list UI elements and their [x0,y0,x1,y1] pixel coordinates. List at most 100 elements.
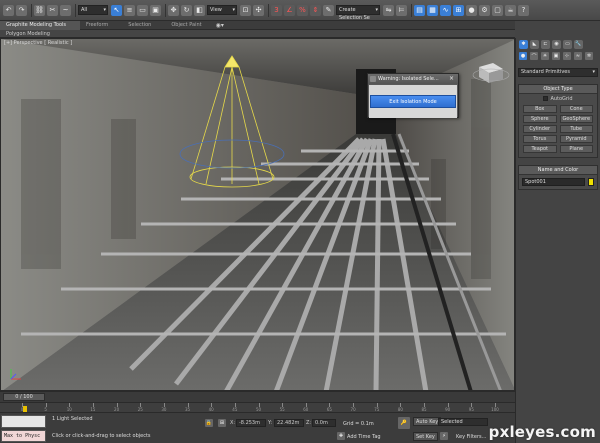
systems-icon[interactable]: ✲ [585,52,593,60]
key-mode-dropdown[interactable]: Selected [438,418,488,426]
box-button[interactable]: Box [523,105,557,113]
pivot-icon[interactable]: ⊡ [240,4,251,16]
edit-named-selection-icon[interactable]: ✎ [323,4,334,16]
geosphere-button[interactable]: GeoSphere [559,115,593,123]
layer-manager-icon[interactable]: ▤ [414,4,425,16]
create-tab-icon[interactable]: ✱ [519,39,528,49]
reference-coordinate-dropdown[interactable]: View [207,5,237,15]
schematic-view-icon[interactable]: ⊞ [453,4,464,16]
key-icon[interactable]: 🔑 [398,417,410,429]
select-icon[interactable]: ↖ [111,4,122,16]
key-filters-button[interactable]: Key Filters... [456,434,486,440]
tube-button[interactable]: Tube [559,125,593,133]
ribbon-tabs: Graphite Modeling Tools Freeform Selecti… [0,20,515,30]
track-bar[interactable]: 0 5 10 15 20 25 30 35 40 45 50 55 60 65 70 75 80 85 90 95 10… [0,402,515,412]
maxscript-listener-input[interactable]: Max to Physc [1,430,46,442]
absolute-mode-icon[interactable]: ⊞ [218,419,226,427]
toolbar-divider [75,3,76,17]
cylinder-button[interactable]: Cylinder [523,125,557,133]
ribbon-panel-label[interactable]: Polygon Modeling [0,30,515,38]
close-icon[interactable]: × [448,75,455,82]
status-bar: Max to Physc 1 Light Selected Click or c… [0,412,515,443]
curve-editor-icon[interactable]: ∿ [440,4,451,16]
sphere-button[interactable]: Sphere [523,115,557,123]
coord-y-field[interactable]: 22.482m [274,419,304,427]
tab-graphite-modeling-tools[interactable]: Graphite Modeling Tools [0,20,81,30]
tab-object-paint[interactable]: Object Paint [165,22,215,28]
render-setup-icon[interactable]: ⚙ [479,4,490,16]
geometry-icon[interactable]: ● [519,52,527,60]
ribbon-toggle-icon[interactable]: ◉▾ [216,22,224,29]
name-and-color-heading[interactable]: Name and Color [519,166,597,175]
maxscript-output[interactable] [1,415,46,428]
select-by-name-icon[interactable]: ≡ [124,4,135,16]
display-tab-icon[interactable]: ▭ [563,39,572,49]
key-filters-icon[interactable]: ⚡ [440,432,448,440]
object-name-field[interactable]: Spot001 [522,178,585,186]
tab-selection[interactable]: Selection [122,22,165,28]
perspective-viewport[interactable]: [+] Perspective [ Realistic ] Warning: I… [0,38,515,391]
scale-icon[interactable]: ◧ [194,4,205,16]
helpers-icon[interactable]: ⊹ [563,52,571,60]
bind-icon[interactable]: ~ [60,4,71,16]
object-type-heading[interactable]: Object Type [519,85,597,94]
toolbar-divider [411,3,412,17]
modify-tab-icon[interactable]: ◣ [530,39,539,49]
link-icon[interactable]: ⛓ [34,4,45,16]
move-icon[interactable]: ✥ [168,4,179,16]
tab-freeform[interactable]: Freeform [80,22,122,28]
exit-isolation-mode-button[interactable]: Exit Isolation Mode [370,95,456,108]
main-toolbar: ↶ ↷ ⛓ ✂ ~ All ↖ ≡ ▭ ▣ ✥ ↻ ◧ View ⊡ ✣ 3 ∠… [0,0,600,21]
rendered-frame-icon[interactable]: ▢ [492,4,503,16]
graphite-ribbon-icon[interactable]: ▦ [427,4,438,16]
select-manipulate-icon[interactable]: ✣ [253,4,264,16]
spinner-snap-icon[interactable]: ⇕ [310,4,321,16]
mirror-icon[interactable]: ⇋ [383,4,394,16]
autogrid-checkbox[interactable]: AutoGrid [519,94,597,103]
set-key-button[interactable]: Set Key [413,432,438,441]
lock-icon[interactable]: 🔒 [205,419,213,427]
time-slider[interactable]: 0 / 100 [0,391,515,402]
torus-button[interactable]: Torus [523,135,557,143]
help-icon[interactable]: ? [518,4,529,16]
cone-button[interactable]: Cone [559,105,593,113]
lights-icon[interactable]: ☀ [541,52,549,60]
align-icon[interactable]: ⊨ [396,4,407,16]
named-selection-dropdown[interactable]: Create Selection Se [336,5,380,20]
cameras-icon[interactable]: ▣ [552,52,560,60]
rotate-icon[interactable]: ↻ [181,4,192,16]
render-icon[interactable]: ☕ [505,4,516,16]
percent-snap-icon[interactable]: % [297,4,308,16]
snaps-icon[interactable]: 3 [271,4,282,16]
viewport-label[interactable]: [+] Perspective [ Realistic ] [4,40,72,46]
undo-icon[interactable]: ↶ [3,4,14,16]
add-time-tag[interactable]: Add Time Tag [347,434,381,440]
time-slider-thumb[interactable]: 0 / 100 [3,393,45,401]
region-select-icon[interactable]: ▭ [137,4,148,16]
teapot-button[interactable]: Teapot [523,145,557,153]
material-editor-icon[interactable]: ● [466,4,477,16]
selection-filter-dropdown[interactable]: All [78,5,108,15]
space-warps-icon[interactable]: ≈ [574,52,582,60]
angle-snap-icon[interactable]: ∠ [284,4,295,16]
motion-tab-icon[interactable]: ◉ [552,39,561,49]
window-crossing-icon[interactable]: ▣ [150,4,161,16]
coord-x-field[interactable]: -8.253m [236,419,266,427]
primitive-category-dropdown[interactable]: Standard Primitives [518,68,598,77]
unlink-icon[interactable]: ✂ [47,4,58,16]
dialog-title-bar[interactable]: Warning: Isolated Sele... × [368,74,458,84]
autogrid-check[interactable] [543,96,549,101]
hierarchy-tab-icon[interactable]: ⊏ [541,39,550,49]
name-row: Spot001 [519,175,597,189]
plane-button[interactable]: Plane [559,145,593,153]
selection-info: 1 Light Selected [52,416,93,422]
grid-readout: Grid = 0.1m [343,421,374,427]
shapes-icon[interactable]: ⌒ [530,52,538,60]
object-color-swatch[interactable] [588,178,594,186]
coord-z-field[interactable]: 0.0m [312,419,336,427]
pyramid-button[interactable]: Pyramid [559,135,593,143]
redo-icon[interactable]: ↷ [16,4,27,16]
prompt-line: Click or click-and-drag to select object… [52,433,151,439]
utilities-tab-icon[interactable]: 🔧 [574,39,583,49]
time-tag-icon[interactable]: ✚ [337,432,345,440]
